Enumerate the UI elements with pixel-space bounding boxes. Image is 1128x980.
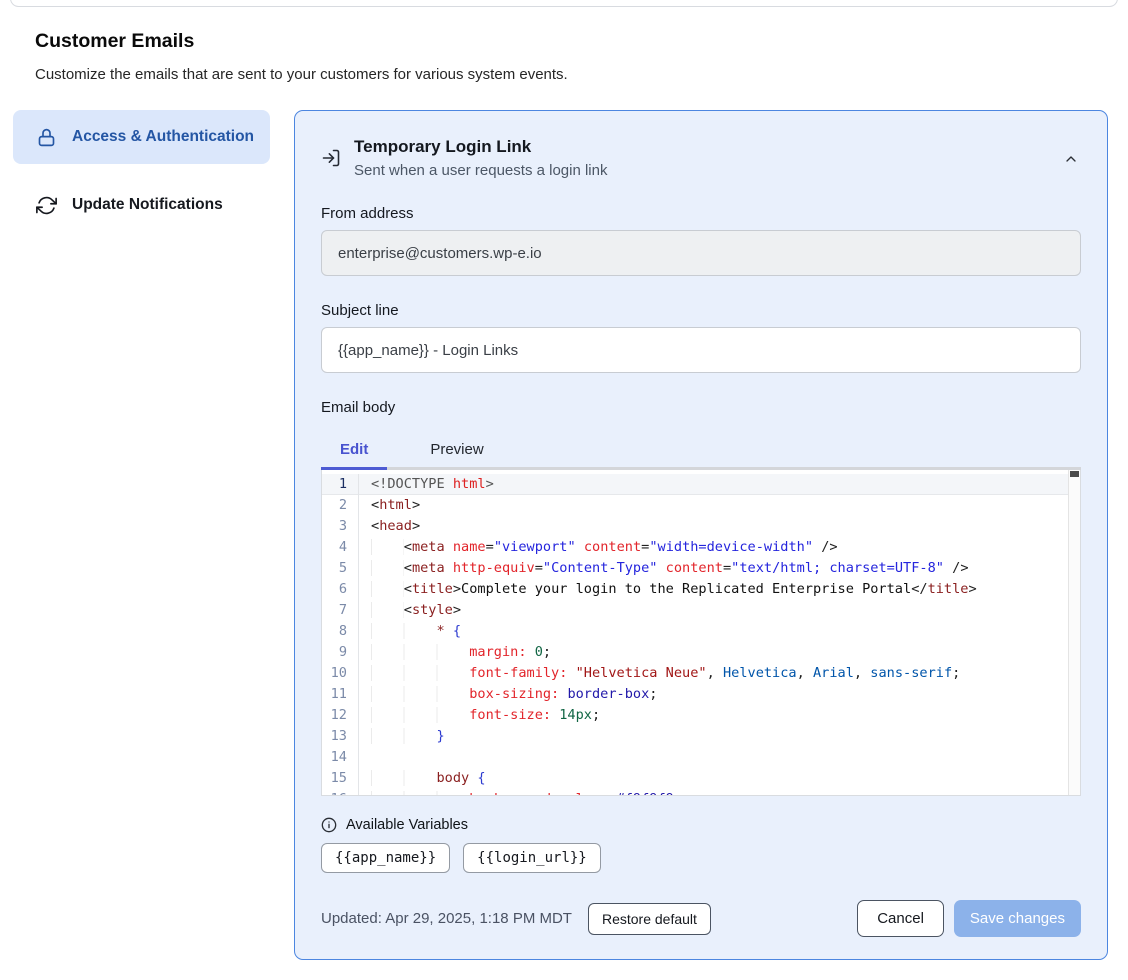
line-number: 5: [322, 558, 359, 579]
panel-title: Temporary Login Link: [354, 137, 607, 157]
variable-chips: {{app_name}} {{login_url}}: [321, 843, 1081, 873]
line-number: 9: [322, 642, 359, 663]
sidebar-item-label: Access & Authentication: [72, 125, 254, 149]
collapse-section-button[interactable]: [1063, 151, 1079, 170]
subject-line-label: Subject line: [321, 302, 1081, 319]
code-line: 9 margin: 0;: [322, 642, 1080, 663]
sidebar-item-update-notifications[interactable]: Update Notifications: [13, 186, 270, 224]
restore-default-button[interactable]: Restore default: [588, 903, 711, 935]
code-line: 6 <title>Complete your login to the Repl…: [322, 579, 1080, 600]
cancel-button[interactable]: Cancel: [857, 900, 944, 937]
line-number: 11: [322, 684, 359, 705]
panel-footer: Updated: Apr 29, 2025, 1:18 PM MDT Resto…: [321, 900, 1081, 937]
from-address-input[interactable]: [321, 230, 1081, 276]
from-address-label: From address: [321, 205, 1081, 222]
available-variables-label: Available Variables: [346, 817, 468, 833]
line-number: 12: [322, 705, 359, 726]
code-line: 1<!DOCTYPE html>: [322, 474, 1080, 495]
line-number: 4: [322, 537, 359, 558]
editor-scrollbar[interactable]: [1068, 470, 1080, 795]
line-number: 16: [322, 789, 359, 796]
line-number: 3: [322, 516, 359, 537]
login-icon: [321, 148, 341, 179]
line-number: 7: [322, 600, 359, 621]
code-line: 2<html>: [322, 495, 1080, 516]
info-icon: [321, 817, 337, 833]
sidebar-item-access-authentication[interactable]: Access & Authentication: [13, 110, 270, 164]
previous-card-edge: [10, 0, 1118, 7]
code-line: 7 <style>: [322, 600, 1080, 621]
code-line: 16 background-color: #f9f9f9;: [322, 789, 1080, 796]
line-number: 13: [322, 726, 359, 747]
panel-header: Temporary Login Link Sent when a user re…: [321, 137, 1081, 179]
code-line: 12 font-size: 14px;: [322, 705, 1080, 726]
line-number: 10: [322, 663, 359, 684]
tab-preview[interactable]: Preview: [411, 432, 502, 467]
tab-edit[interactable]: Edit: [321, 432, 387, 467]
code-line: 10 font-family: "Helvetica Neue", Helvet…: [322, 663, 1080, 684]
email-body-tabs: Edit Preview: [321, 432, 1081, 470]
panel-header-text: Temporary Login Link Sent when a user re…: [354, 137, 607, 179]
line-number: 14: [322, 747, 359, 768]
code-line: 14: [322, 747, 1080, 768]
email-settings-panel: Temporary Login Link Sent when a user re…: [294, 110, 1108, 960]
code-line: 5 <meta http-equiv="Content-Type" conten…: [322, 558, 1080, 579]
page-title: Customer Emails: [35, 30, 194, 53]
panel-subtitle: Sent when a user requests a login link: [354, 162, 607, 179]
line-number: 8: [322, 621, 359, 642]
lock-icon: [36, 127, 57, 148]
code-editor-lines: 1<!DOCTYPE html>2<html>3<head>4 <meta na…: [322, 474, 1080, 796]
sidebar: Access & Authentication Update Notificat…: [13, 110, 270, 224]
line-number: 1: [322, 474, 359, 495]
code-line: 11 box-sizing: border-box;: [322, 684, 1080, 705]
save-changes-button[interactable]: Save changes: [954, 900, 1081, 937]
code-line: 4 <meta name="viewport" content="width=d…: [322, 537, 1080, 558]
email-body-label: Email body: [321, 399, 1081, 416]
line-number: 2: [322, 495, 359, 516]
available-variables-row: Available Variables: [321, 817, 1081, 833]
variable-chip-app-name[interactable]: {{app_name}}: [321, 843, 450, 873]
code-line: 8 * {: [322, 621, 1080, 642]
code-line: 15 body {: [322, 768, 1080, 789]
page-subtitle: Customize the emails that are sent to yo…: [35, 66, 568, 83]
code-editor[interactable]: 1<!DOCTYPE html>2<html>3<head>4 <meta na…: [321, 470, 1081, 796]
line-number: 15: [322, 768, 359, 789]
code-line: 3<head>: [322, 516, 1080, 537]
sidebar-item-label: Update Notifications: [72, 193, 223, 217]
code-line: 13 }: [322, 726, 1080, 747]
chevron-up-icon: [1063, 151, 1079, 170]
scrollbar-thumb[interactable]: [1070, 471, 1079, 477]
line-number: 6: [322, 579, 359, 600]
refresh-icon: [36, 195, 57, 216]
subject-line-input[interactable]: [321, 327, 1081, 373]
updated-timestamp: Updated: Apr 29, 2025, 1:18 PM MDT: [321, 910, 572, 927]
variable-chip-login-url[interactable]: {{login_url}}: [463, 843, 601, 873]
